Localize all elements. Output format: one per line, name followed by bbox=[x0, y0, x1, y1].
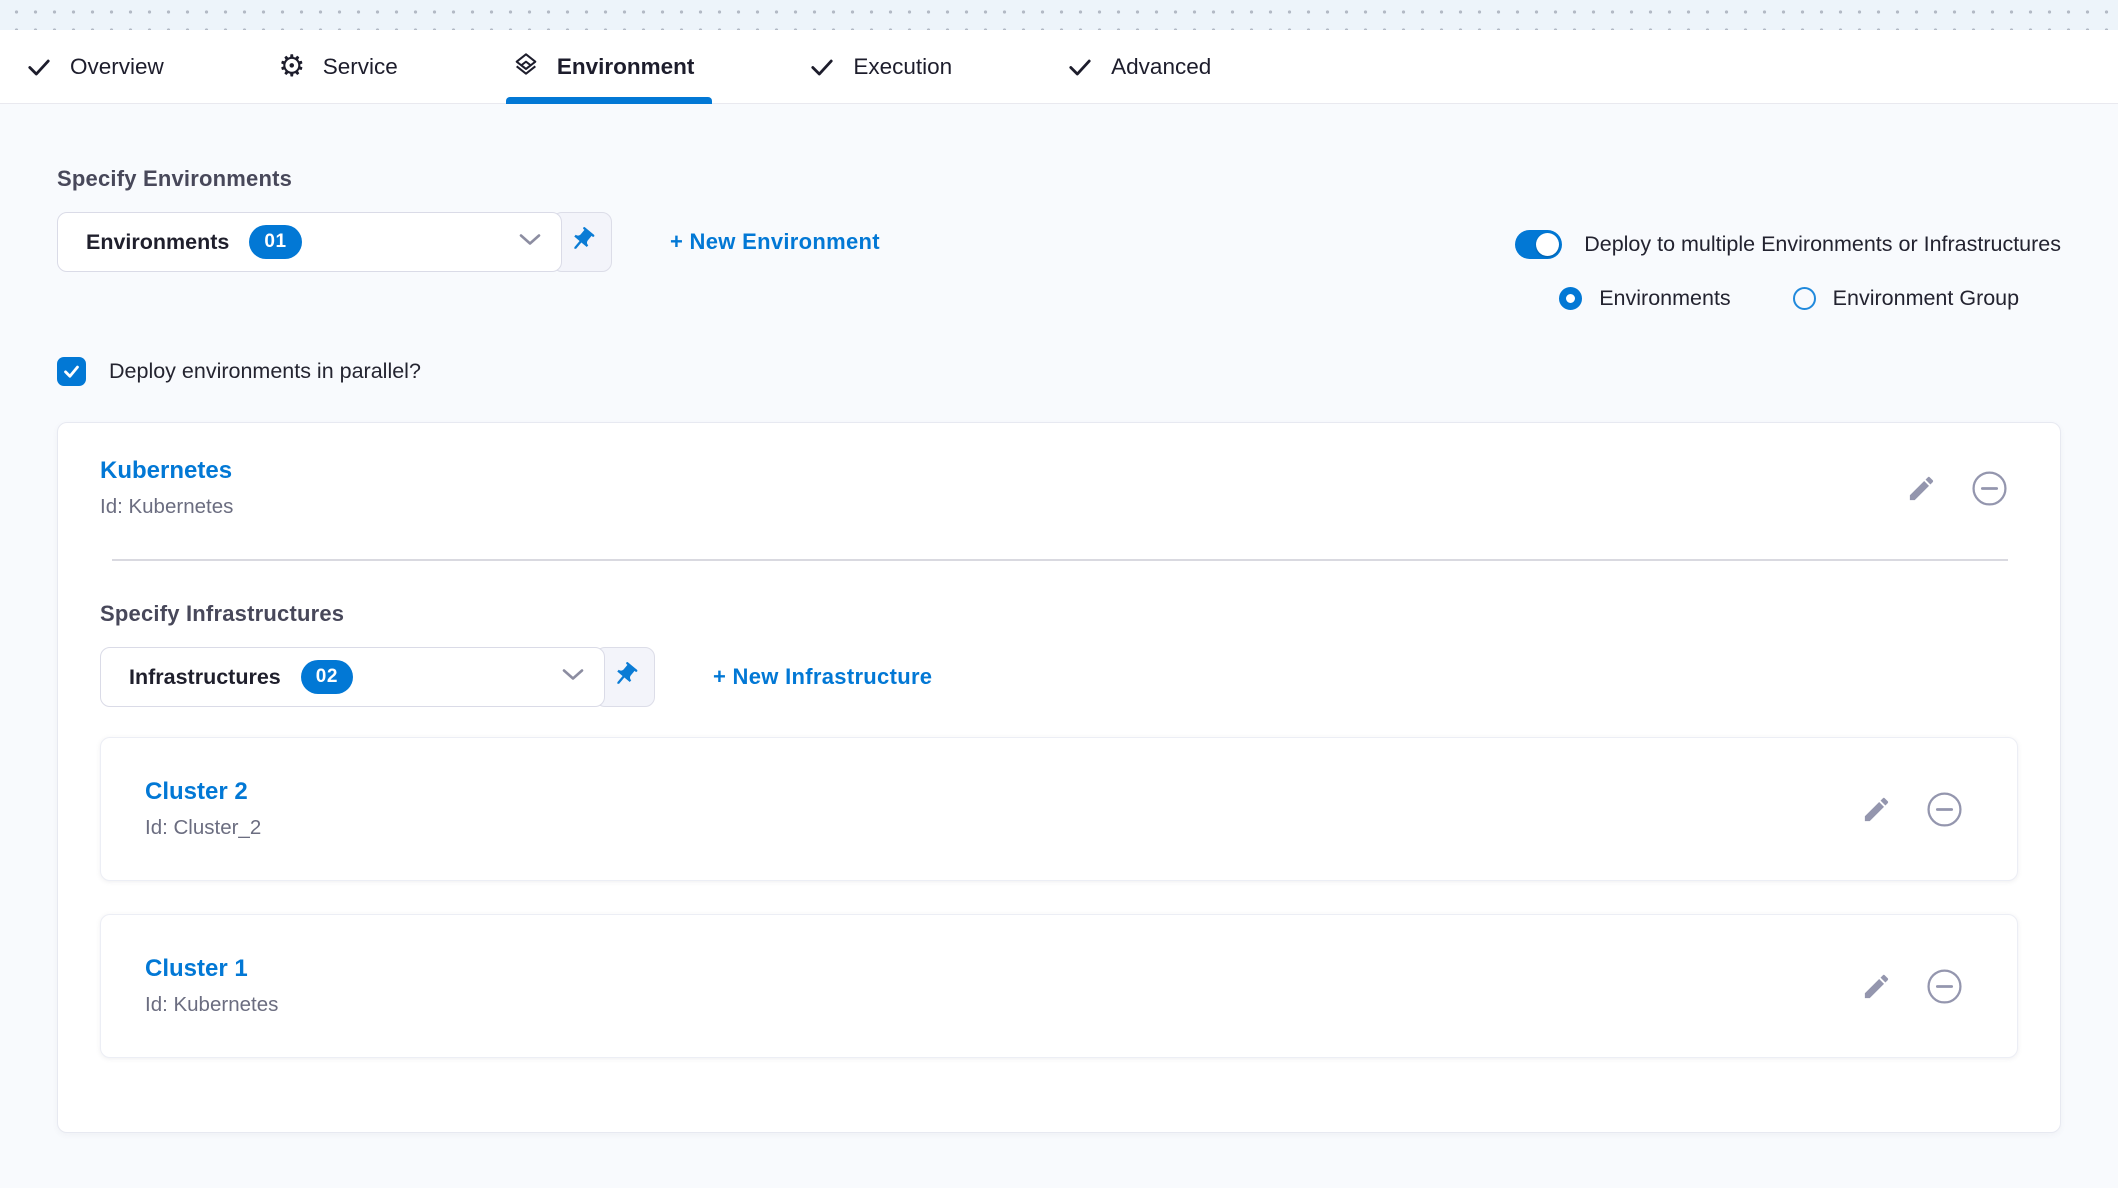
tab-label: Advanced bbox=[1111, 54, 1211, 80]
edit-environment-button[interactable] bbox=[1906, 473, 1937, 504]
dotted-canvas-band bbox=[0, 0, 2118, 30]
environments-select-control: Environments 01 bbox=[57, 212, 612, 272]
pipeline-stage-screen: Overview ⚙ Service Environment Execution bbox=[0, 0, 2118, 1188]
gear-icon: ⚙ bbox=[276, 51, 308, 83]
minus-circle-icon bbox=[1926, 968, 1963, 1005]
tab-label: Execution bbox=[853, 54, 952, 80]
minus-circle-icon bbox=[1926, 791, 1963, 828]
tab-environment[interactable]: Environment bbox=[510, 30, 695, 103]
chevron-down-icon bbox=[562, 668, 584, 686]
check-icon bbox=[23, 51, 55, 83]
tab-label: Service bbox=[323, 54, 398, 80]
new-infrastructure-button[interactable]: + New Infrastructure bbox=[713, 664, 932, 690]
edit-infrastructure-button[interactable] bbox=[1861, 794, 1892, 825]
check-icon bbox=[1064, 51, 1096, 83]
environment-row-kubernetes: Kubernetes Id: Kubernetes bbox=[100, 457, 2018, 519]
remove-infrastructure-button[interactable] bbox=[1926, 968, 1963, 1005]
infrastructures-count-badge: 02 bbox=[301, 660, 353, 694]
radio-selected-icon bbox=[1559, 287, 1582, 310]
check-icon bbox=[806, 51, 838, 83]
card-divider bbox=[112, 559, 2008, 561]
infrastructure-id: Id: Kubernetes bbox=[145, 993, 278, 1017]
tab-label: Overview bbox=[70, 54, 164, 80]
new-environment-button[interactable]: + New Environment bbox=[670, 229, 880, 255]
specify-environments-heading: Specify Environments bbox=[57, 166, 880, 192]
infrastructures-select-control: Infrastructures 02 bbox=[100, 647, 655, 707]
infrastructures-dropdown-label: Infrastructures bbox=[129, 665, 281, 690]
minus-circle-icon bbox=[1971, 470, 2008, 507]
infrastructure-id: Id: Cluster_2 bbox=[145, 816, 261, 840]
environments-dropdown-label: Environments bbox=[86, 230, 229, 255]
stage-tabbar: Overview ⚙ Service Environment Execution bbox=[0, 30, 2118, 104]
environments-count-badge: 01 bbox=[249, 225, 301, 259]
radio-environments[interactable]: Environments bbox=[1559, 286, 1730, 311]
radio-unselected-icon bbox=[1793, 287, 1816, 310]
deploy-multiple-toggle[interactable] bbox=[1515, 230, 1562, 259]
toggle-knob bbox=[1536, 233, 1559, 256]
tab-advanced[interactable]: Advanced bbox=[1064, 30, 1211, 103]
environment-tab-content: Specify Environments Environments 01 bbox=[0, 166, 2118, 1133]
checkmark-icon bbox=[62, 362, 81, 381]
infrastructures-dropdown[interactable]: Infrastructures 02 bbox=[100, 647, 605, 707]
tab-execution[interactable]: Execution bbox=[806, 30, 952, 103]
pencil-icon bbox=[1861, 971, 1892, 1002]
deploy-parallel-checkbox[interactable] bbox=[57, 357, 86, 386]
remove-environment-button[interactable] bbox=[1971, 470, 2008, 507]
infrastructure-name-link[interactable]: Cluster 2 bbox=[145, 778, 261, 806]
infrastructure-row-cluster-2: Cluster 2 Id: Cluster_2 bbox=[100, 737, 2018, 881]
environment-card: Kubernetes Id: Kubernetes Specify Infras… bbox=[57, 422, 2061, 1133]
pencil-icon bbox=[1861, 794, 1892, 825]
radio-environment-group[interactable]: Environment Group bbox=[1793, 286, 2019, 311]
pencil-icon bbox=[1906, 473, 1937, 504]
remove-infrastructure-button[interactable] bbox=[1926, 791, 1963, 828]
pin-icon bbox=[568, 226, 596, 259]
deploy-parallel-label: Deploy environments in parallel? bbox=[109, 359, 421, 384]
edit-infrastructure-button[interactable] bbox=[1861, 971, 1892, 1002]
infrastructure-name-link[interactable]: Cluster 1 bbox=[145, 955, 278, 983]
environment-layers-icon bbox=[510, 51, 542, 83]
deploy-multiple-label: Deploy to multiple Environments or Infra… bbox=[1584, 232, 2061, 257]
infrastructure-row-cluster-1: Cluster 1 Id: Kubernetes bbox=[100, 914, 2018, 1058]
environment-name-link[interactable]: Kubernetes bbox=[100, 457, 233, 485]
pin-icon bbox=[611, 661, 639, 694]
tab-label: Environment bbox=[557, 54, 695, 80]
environment-id: Id: Kubernetes bbox=[100, 495, 233, 519]
environments-dropdown[interactable]: Environments 01 bbox=[57, 212, 562, 272]
specify-infrastructures-heading: Specify Infrastructures bbox=[100, 601, 2018, 627]
tab-service[interactable]: ⚙ Service bbox=[276, 30, 398, 103]
chevron-down-icon bbox=[519, 233, 541, 251]
tab-overview[interactable]: Overview bbox=[23, 30, 164, 103]
